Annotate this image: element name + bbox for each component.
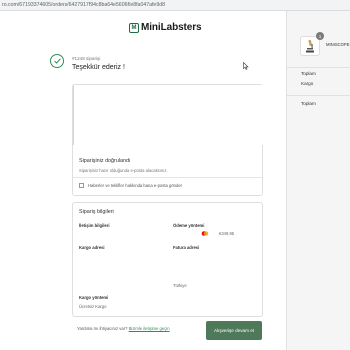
microscope-icon (306, 39, 314, 53)
logo-text: MiniLabsters (141, 22, 202, 33)
summary-divider (287, 95, 350, 96)
newsletter-label[interactable]: Haberler ve teklifler hakkında bana e-po… (88, 183, 182, 188)
shipping-label: Kargo (301, 81, 314, 86)
thank-you-heading: Teşekkür ederiz ! (72, 64, 125, 71)
checkmark-glyph (53, 58, 61, 64)
browser-url-bar[interactable]: ro.com/67193374605/orders/6427917f94c8ba… (0, 0, 350, 11)
summary-divider (287, 67, 350, 68)
newsletter-checkbox[interactable] (79, 183, 84, 188)
help-text: Yardıma mı ihtiyacınız var? Bizimle ilet… (77, 326, 170, 331)
contact-info-label: İletişim bilgileri (79, 223, 110, 228)
billing-address-label: Fatura adresi (173, 245, 200, 250)
map-placeholder (73, 85, 263, 145)
continue-shopping-button[interactable]: Alışverişe devam et (206, 321, 262, 340)
order-info-title: Sipariş bilgileri (79, 209, 114, 215)
shipping-method-value: Ücretsiz Kargo (79, 304, 107, 309)
subtotal-label: Toplam (301, 71, 316, 76)
shipping-method-label: Kargo yöntemi (79, 295, 109, 300)
billing-country: Türkiye (173, 283, 187, 288)
quantity-badge: 1 (316, 32, 324, 40)
shipping-address-label: Kargo adresi (79, 245, 105, 250)
confirmation-card: Siparişiniz doğrulandı Siparişiniz hazır… (72, 84, 263, 196)
confirmation-title: Siparişiniz doğrulandı (79, 158, 131, 164)
help-question: Yardıma mı ihtiyacınız var? (77, 326, 128, 331)
payment-method-label: Ödeme yöntemi (173, 223, 205, 228)
confirmation-subtitle: Siparişiniz hazır olduğunda e-posta alac… (79, 168, 168, 173)
total-label: Toplam (301, 101, 316, 106)
mastercard-icon (201, 231, 209, 236)
divider (73, 177, 262, 178)
url-text: ro.com/67193374605/orders/6427917f94c8ba… (2, 2, 165, 8)
logo[interactable]: M MiniLabsters (129, 22, 202, 33)
order-info-card: Sipariş bilgileri İletişim bilgileri Öde… (72, 202, 263, 317)
payment-amount: €349,95 (219, 231, 235, 236)
order-number: #1248 siparişi (72, 56, 101, 61)
checkmark-icon (50, 54, 64, 68)
logo-mark-icon: M (129, 22, 139, 33)
product-name: MINISCOPE (326, 42, 350, 47)
order-summary-sidebar: Toplam Kargo Toplam (286, 11, 350, 350)
contact-us-link[interactable]: Bizimle iletişime geçin (129, 326, 170, 331)
mouse-cursor-icon (243, 62, 249, 70)
